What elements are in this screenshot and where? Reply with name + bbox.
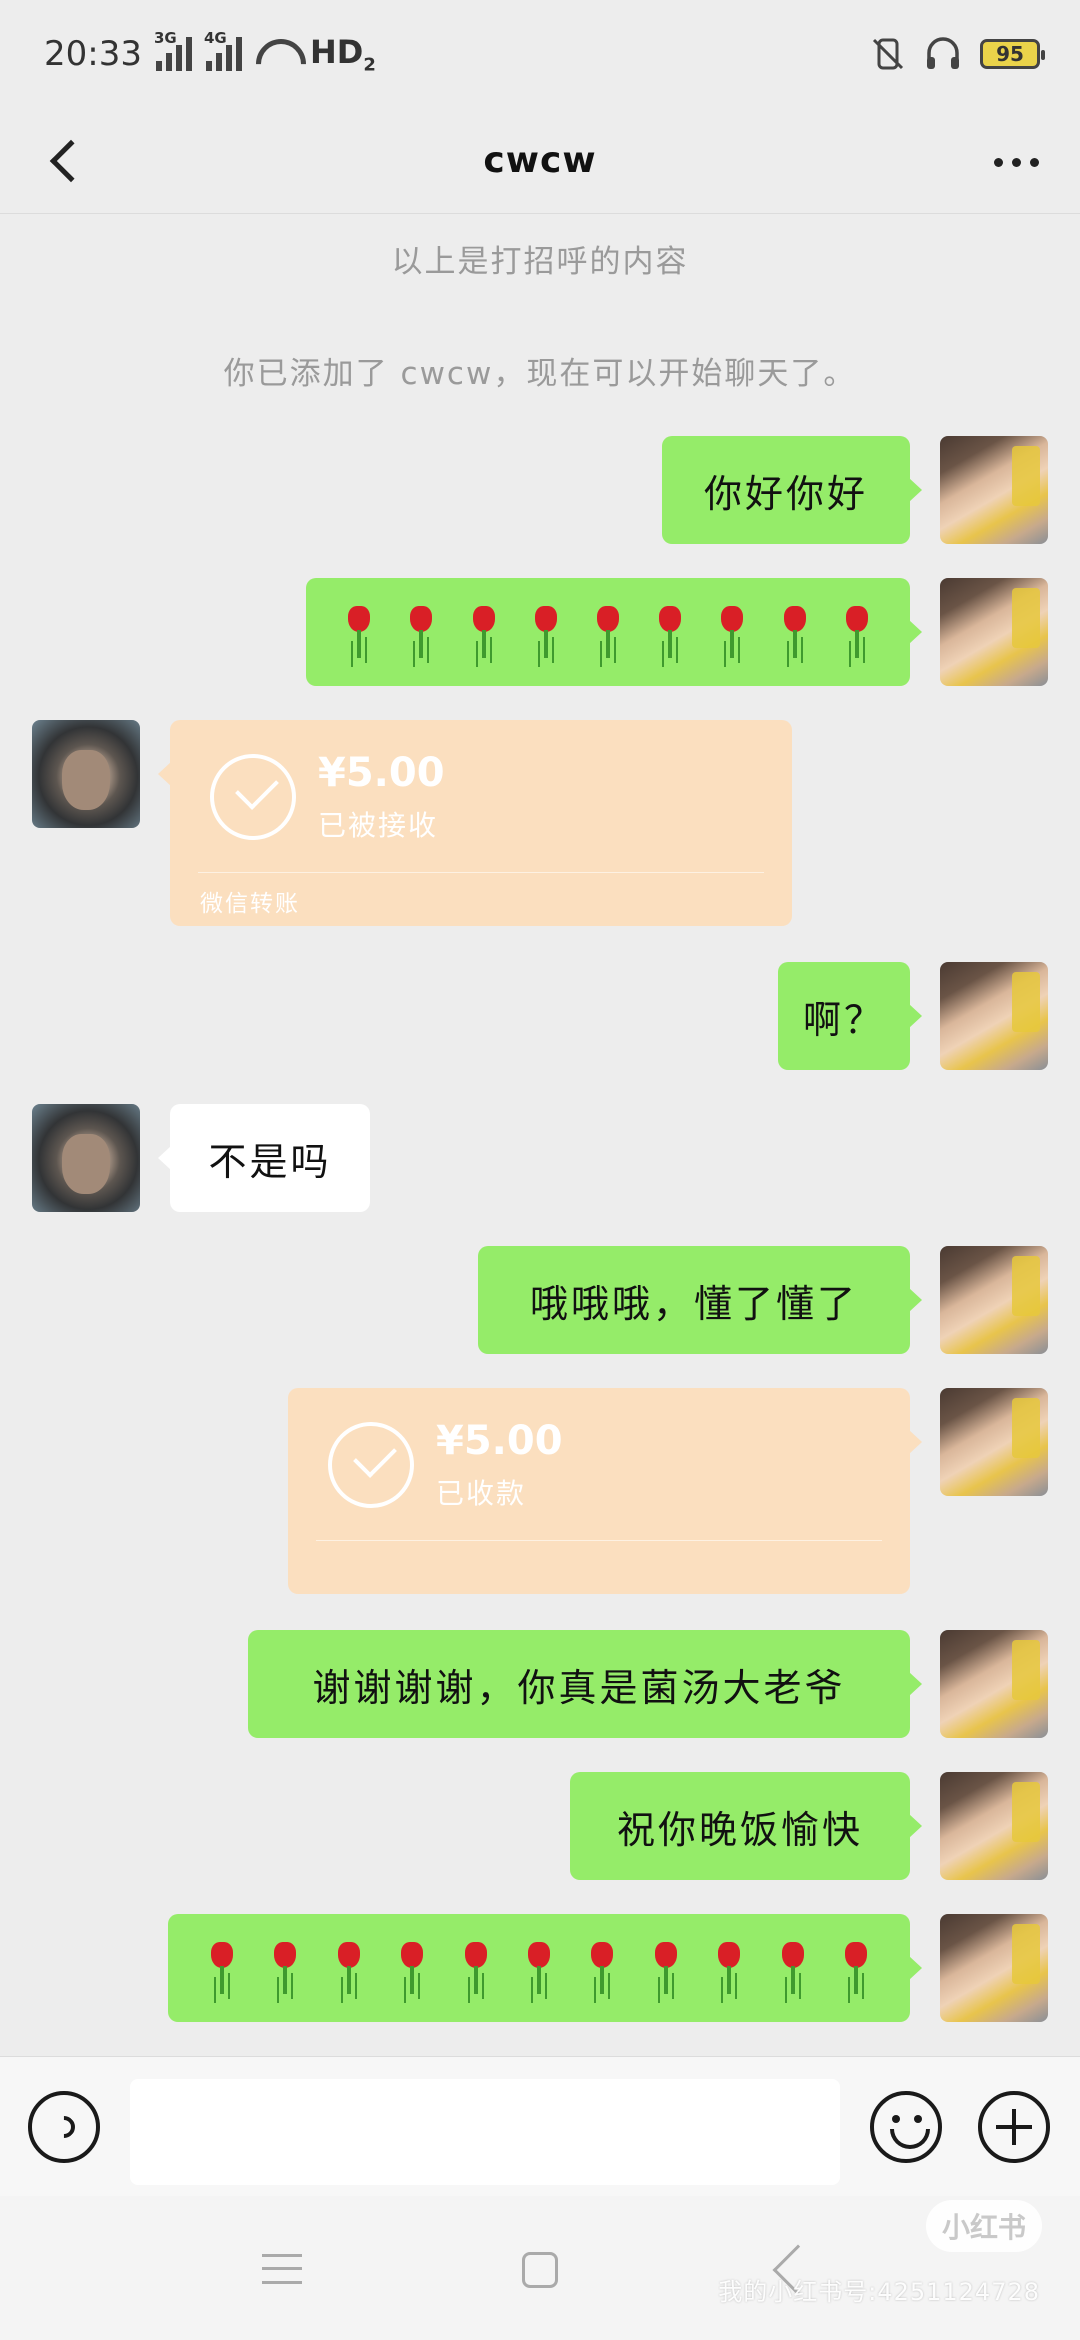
my-avatar[interactable] [940,1914,1048,2022]
more-actions-button[interactable] [978,2091,1050,2163]
my-avatar[interactable] [940,578,1048,686]
my-avatar[interactable] [940,1388,1048,1496]
system-message: 你已添加了 cwcw，现在可以开始聊天了。 [223,356,857,392]
emoji-button[interactable] [870,2091,942,2163]
rose-emoji-icon [649,1940,683,1996]
message-text: 哦哦哦，懂了懂了 [529,1281,858,1326]
rose-emoji-icon [404,604,438,660]
contact-avatar[interactable] [32,1104,140,1212]
transfer-status: 已收款 [436,1477,527,1510]
watermark-badge: 小红书 [926,2200,1042,2252]
sent-message-bubble[interactable]: 哦哦哦，懂了懂了 [478,1246,922,1354]
transfer-amount: ¥5.00 [318,750,445,796]
signal-gen-label: 4G [203,28,227,47]
chat-header: cwcw [0,108,1080,214]
rose-emoji-icon [342,604,376,660]
chat-title: cwcw [483,140,597,181]
rose-emoji-icon [591,604,625,660]
sent-emoji-bubble[interactable] [306,578,922,686]
voice-icon [48,2111,80,2143]
system-navigation-bar [0,2196,1080,2340]
sent-message-bubble[interactable]: 你好你好 [662,436,922,544]
rose-emoji-icon [467,604,501,660]
rose-emoji-icon [395,1940,429,1996]
message-text: 你好你好 [703,471,868,516]
my-avatar[interactable] [940,436,1048,544]
headphone-icon [927,37,959,69]
my-avatar[interactable] [940,1246,1048,1354]
rose-emoji-icon [332,1940,366,1996]
emoji-icon [874,2095,938,2159]
sent-message-bubble[interactable]: 祝你晚饭愉快 [570,1772,922,1880]
sent-emoji-bubble[interactable] [168,1914,922,2022]
transfer-divider [198,872,764,873]
voice-button[interactable] [28,2091,100,2163]
rose-emoji-icon [776,1940,810,1996]
input-bar [0,2056,1080,2196]
recent-apps-button[interactable] [262,2254,302,2284]
transfer-card[interactable]: ¥5.00 已收款 [288,1388,922,1594]
my-avatar[interactable] [940,962,1048,1070]
received-message-bubble[interactable]: 不是吗 [158,1104,370,1212]
network-hd-label: HD2 [309,32,376,76]
rose-emoji-icon [712,1940,746,1996]
wifi-icon [256,39,296,69]
check-circle-icon [210,754,296,840]
transfer-status: 已被接收 [318,809,439,842]
message-text: 谢谢谢谢，你真是菌汤大老爷 [312,1665,846,1710]
home-button[interactable] [522,2252,558,2288]
rose-emoji-icon [529,604,563,660]
rose-emoji-row [168,1940,910,1996]
rose-emoji-icon [585,1940,619,1996]
status-left: 20:33 3G 4G HD2 [44,29,376,76]
status-right: 95 [870,35,1045,73]
rose-emoji-icon [839,1940,873,1996]
system-message: 以上是打招呼的内容 [391,244,689,280]
rose-emoji-icon [840,604,874,660]
transfer-divider [316,1540,882,1541]
my-avatar[interactable] [940,1772,1048,1880]
sent-message-bubble[interactable]: 啊？ [778,962,922,1070]
more-options-button[interactable] [984,130,1048,194]
rose-emoji-icon [778,604,812,660]
status-time: 20:33 [44,33,142,74]
message-input[interactable] [130,2079,840,2185]
back-button[interactable] [30,126,100,196]
check-circle-icon [328,1422,414,1508]
rose-emoji-icon [653,604,687,660]
signal-icon: 3G [154,29,192,71]
vibrate-mute-icon [872,38,904,70]
rose-emoji-icon [715,604,749,660]
message-text: 祝你晚饭愉快 [616,1807,863,1852]
message-text: 不是吗 [208,1139,332,1184]
transfer-footer: 微信转账 [200,891,300,917]
rose-emoji-row [306,604,910,660]
transfer-card[interactable]: ¥5.00 已被接收 微信转账 [158,720,792,926]
chevron-left-icon [49,139,93,183]
my-avatar[interactable] [940,1630,1048,1738]
transfer-amount: ¥5.00 [436,1418,563,1464]
message-text: 啊？ [802,997,885,1042]
rose-emoji-icon [459,1940,493,1996]
rose-emoji-icon [522,1940,556,1996]
watermark-text: 我的小红书号:4251124728 [718,2278,1040,2306]
status-bar: 20:33 3G 4G HD2 95 [0,0,1080,108]
contact-avatar[interactable] [32,720,140,828]
plus-icon [996,2109,1032,2145]
sent-message-bubble[interactable]: 谢谢谢谢，你真是菌汤大老爷 [248,1630,922,1738]
rose-emoji-icon [268,1940,302,1996]
rose-emoji-icon [205,1940,239,1996]
more-icon [993,157,1003,167]
chat-message-list[interactable]: 以上是打招呼的内容 你已添加了 cwcw，现在可以开始聊天了。 你好你好 ¥5.… [0,214,1080,2056]
battery-icon: 95 [980,39,1045,69]
signal-icon: 4G [204,29,242,71]
signal-gen-label: 3G [153,28,177,47]
